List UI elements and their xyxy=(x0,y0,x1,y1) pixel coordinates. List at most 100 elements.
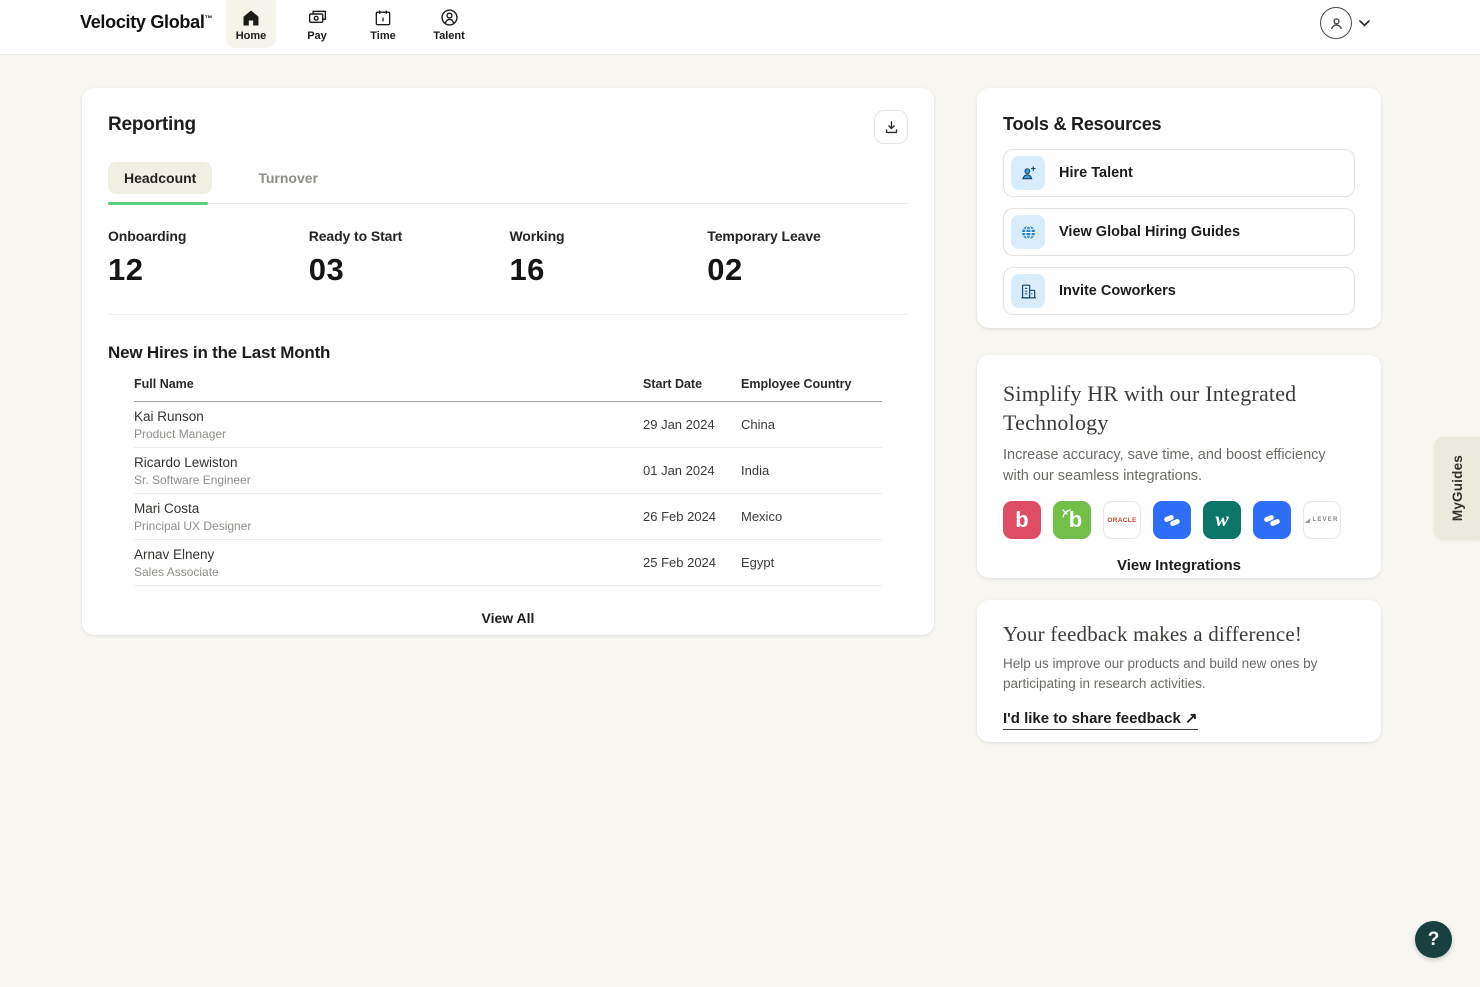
table-row[interactable]: Arnav Elneny Sales Associate 25 Feb 2024… xyxy=(134,540,882,586)
myguides-tab[interactable]: MyGuides xyxy=(1434,437,1480,539)
nav-item-time[interactable]: Time xyxy=(358,0,408,48)
calendar-icon xyxy=(373,7,393,28)
hibob-logo: b xyxy=(1003,501,1041,539)
bamboohr-glyph: b xyxy=(1069,509,1082,531)
view-all-link[interactable]: View All xyxy=(108,610,908,626)
person-add-icon xyxy=(1011,156,1045,190)
reporting-card: Reporting Headcount Turnover Onboarding … xyxy=(82,88,934,635)
column-employee-country: Employee Country xyxy=(741,377,882,391)
oracle-glyph: ORACLE xyxy=(1107,517,1136,524)
nav-item-pay[interactable]: Pay xyxy=(292,0,342,48)
view-integrations-link[interactable]: View Integrations xyxy=(1003,557,1355,574)
integrations-card: Simplify HR with our Integrated Technolo… xyxy=(977,355,1381,578)
stat-label: Ready to Start xyxy=(309,228,510,244)
account-menu[interactable] xyxy=(1320,7,1370,39)
stat-working: Working 16 xyxy=(509,228,707,288)
employee-name: Mari Costa xyxy=(134,501,643,516)
employee-country: Mexico xyxy=(741,509,882,524)
invite-coworkers-label: Invite Coworkers xyxy=(1059,283,1176,299)
tab-headcount[interactable]: Headcount xyxy=(108,162,212,194)
column-start-date: Start Date xyxy=(643,377,741,391)
start-date: 01 Jan 2024 xyxy=(643,463,741,478)
new-hires-title: New Hires in the Last Month xyxy=(108,343,908,363)
nav-label-time: Time xyxy=(370,30,395,42)
reporting-tabs: Headcount Turnover xyxy=(108,162,908,204)
stat-label: Temporary Leave xyxy=(707,228,908,244)
download-icon xyxy=(883,119,900,136)
help-button[interactable]: ? xyxy=(1415,921,1452,958)
employee-role: Sales Associate xyxy=(134,565,643,579)
building-icon xyxy=(1011,274,1045,308)
workable-glyph: w xyxy=(1215,510,1228,530)
lever-logo: LEVER xyxy=(1303,501,1341,539)
lever-glyph: LEVER xyxy=(1312,517,1338,523)
table-row[interactable]: Kai Runson Product Manager 29 Jan 2024 C… xyxy=(134,402,882,448)
tools-resources-card: Tools & Resources Hire Talent View Globa… xyxy=(977,88,1381,328)
column-full-name: Full Name xyxy=(134,377,643,391)
nav-label-talent: Talent xyxy=(433,30,465,42)
start-date: 26 Feb 2024 xyxy=(643,509,741,524)
employee-name: Arnav Elneny xyxy=(134,547,643,562)
stat-value: 02 xyxy=(707,252,908,288)
question-mark-icon: ? xyxy=(1428,929,1440,951)
workable-logo: w xyxy=(1203,501,1241,539)
lever-mark-icon xyxy=(1305,517,1311,523)
employee-role: Sr. Software Engineer xyxy=(134,473,643,487)
brand-trademark: ™ xyxy=(205,14,213,23)
globe-icon xyxy=(1011,215,1045,249)
feedback-body: Help us improve our products and build n… xyxy=(1003,654,1355,695)
share-feedback-link[interactable]: I'd like to share feedback ↗ xyxy=(1003,709,1198,730)
employee-name: Ricardo Lewiston xyxy=(134,455,643,470)
stat-value: 16 xyxy=(509,252,707,288)
view-global-hiring-guides-label: View Global Hiring Guides xyxy=(1059,224,1240,240)
workato-glyph xyxy=(1263,512,1281,528)
integration-logos: b b ORACLE w LEVER xyxy=(1003,501,1355,539)
nav-item-talent[interactable]: Talent xyxy=(424,0,474,48)
stat-ready-to-start: Ready to Start 03 xyxy=(309,228,510,288)
integrations-title: Simplify HR with our Integrated Technolo… xyxy=(1003,379,1355,437)
stat-label: Working xyxy=(509,228,707,244)
stat-label: Onboarding xyxy=(108,228,309,244)
stat-onboarding: Onboarding 12 xyxy=(108,228,309,288)
start-date: 25 Feb 2024 xyxy=(643,555,741,570)
tab-turnover[interactable]: Turnover xyxy=(242,162,334,194)
employee-name: Kai Runson xyxy=(134,409,643,424)
workato-glyph xyxy=(1163,512,1181,528)
hire-talent-button[interactable]: Hire Talent xyxy=(1003,149,1355,197)
feedback-card: Your feedback makes a difference! Help u… xyxy=(977,600,1381,742)
start-date: 29 Jan 2024 xyxy=(643,417,741,432)
invite-coworkers-button[interactable]: Invite Coworkers xyxy=(1003,267,1355,315)
stat-value: 12 xyxy=(108,252,309,288)
stat-value: 03 xyxy=(309,252,510,288)
home-icon xyxy=(241,7,261,28)
primary-nav: Home Pay Time Talent xyxy=(226,0,474,48)
nav-item-home[interactable]: Home xyxy=(226,0,276,48)
table-header: Full Name Start Date Employee Country xyxy=(134,377,882,402)
bamboohr-logo: b xyxy=(1053,501,1091,539)
table-row[interactable]: Mari Costa Principal UX Designer 26 Feb … xyxy=(134,494,882,540)
reporting-title: Reporting xyxy=(108,114,196,136)
headcount-stats: Onboarding 12 Ready to Start 03 Working … xyxy=(108,228,908,315)
pay-icon xyxy=(307,7,328,28)
hibob-glyph: b xyxy=(1015,509,1028,531)
download-report-button[interactable] xyxy=(874,110,908,144)
nav-label-home: Home xyxy=(236,30,267,42)
oracle-logo: ORACLE xyxy=(1103,501,1141,539)
talent-icon xyxy=(439,7,460,28)
hire-talent-label: Hire Talent xyxy=(1059,165,1133,181)
new-hires-table: Full Name Start Date Employee Country Ka… xyxy=(134,377,882,586)
brand-logo[interactable]: Velocity Global™ xyxy=(80,12,212,33)
top-nav: Velocity Global™ Home Pay Time xyxy=(0,0,1480,55)
brand-name: Velocity Global xyxy=(80,12,205,32)
avatar xyxy=(1320,7,1352,39)
view-global-hiring-guides-button[interactable]: View Global Hiring Guides xyxy=(1003,208,1355,256)
stat-temporary-leave: Temporary Leave 02 xyxy=(707,228,908,288)
nav-label-pay: Pay xyxy=(307,30,327,42)
table-row[interactable]: Ricardo Lewiston Sr. Software Engineer 0… xyxy=(134,448,882,494)
employee-role: Product Manager xyxy=(134,427,643,441)
employee-country: China xyxy=(741,417,882,432)
employee-country: Egypt xyxy=(741,555,882,570)
employee-role: Principal UX Designer xyxy=(134,519,643,533)
workato-logo xyxy=(1153,501,1191,539)
myguides-label: MyGuides xyxy=(1450,455,1465,521)
